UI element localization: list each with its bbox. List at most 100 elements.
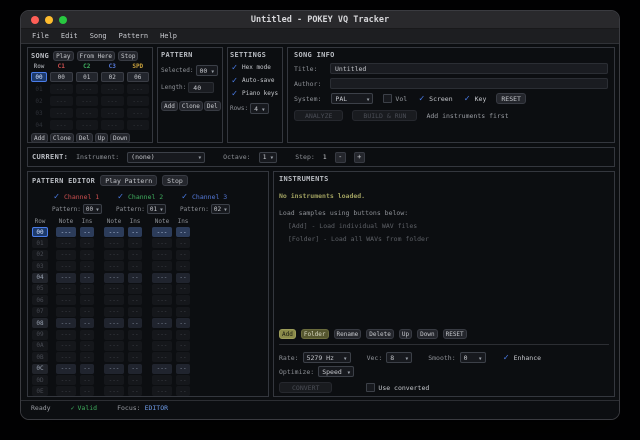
- ins-cell[interactable]: --: [176, 261, 190, 271]
- note-cell[interactable]: ---: [152, 341, 172, 351]
- note-cell[interactable]: ---: [56, 238, 76, 248]
- channel-2-pattern-dropdown[interactable]: 01: [147, 204, 166, 214]
- ins-cell[interactable]: --: [128, 364, 142, 374]
- ins-cell[interactable]: --: [80, 261, 94, 271]
- song-cell[interactable]: ---: [50, 120, 73, 130]
- song-cell[interactable]: ---: [101, 108, 124, 118]
- ins-cell[interactable]: --: [80, 386, 94, 396]
- system-dropdown[interactable]: PAL: [331, 93, 373, 104]
- pattern-row-number[interactable]: 03: [32, 261, 48, 271]
- pattern-row-number[interactable]: 07: [32, 307, 48, 317]
- song-cell[interactable]: ---: [127, 120, 150, 130]
- note-cell[interactable]: ---: [104, 375, 124, 385]
- play-from-here-button[interactable]: From Here: [77, 51, 116, 61]
- note-cell[interactable]: ---: [152, 250, 172, 260]
- song-add-button[interactable]: Add: [31, 133, 48, 143]
- channel-1-pattern-dropdown[interactable]: 00: [83, 204, 102, 214]
- stop-button[interactable]: Stop: [118, 51, 138, 61]
- build-run-button[interactable]: BUILD & RUN: [352, 110, 417, 121]
- octave-dropdown[interactable]: 1: [259, 152, 278, 163]
- note-cell[interactable]: ---: [104, 307, 124, 317]
- pattern-clone-button[interactable]: Clone: [179, 101, 203, 111]
- note-cell[interactable]: ---: [152, 307, 172, 317]
- note-cell[interactable]: ---: [152, 352, 172, 362]
- ins-cell[interactable]: --: [80, 227, 94, 237]
- step-decrement-button[interactable]: -: [335, 152, 346, 163]
- vec-dropdown[interactable]: 8: [386, 352, 412, 363]
- ins-cell[interactable]: --: [176, 307, 190, 317]
- piano-keys-checkbox[interactable]: Piano keys: [230, 89, 280, 98]
- delete-instrument-button[interactable]: Delete: [366, 329, 394, 339]
- key-checkbox[interactable]: Key: [463, 94, 487, 103]
- note-cell[interactable]: ---: [56, 386, 76, 396]
- note-cell[interactable]: ---: [56, 352, 76, 362]
- note-cell[interactable]: ---: [152, 295, 172, 305]
- song-cell[interactable]: ---: [76, 96, 99, 106]
- note-cell[interactable]: ---: [56, 307, 76, 317]
- note-cell[interactable]: ---: [152, 330, 172, 340]
- note-cell[interactable]: ---: [56, 250, 76, 260]
- note-cell[interactable]: ---: [56, 330, 76, 340]
- ins-cell[interactable]: --: [80, 273, 94, 283]
- channel-3-pattern-dropdown[interactable]: 02: [211, 204, 230, 214]
- ins-cell[interactable]: --: [128, 273, 142, 283]
- auto-save-checkbox[interactable]: Auto-save: [230, 76, 280, 85]
- channel-2-toggle[interactable]: Channel 2: [116, 192, 180, 201]
- reset-instrument-button[interactable]: RESET: [443, 329, 467, 339]
- song-cell[interactable]: ---: [76, 84, 99, 94]
- ins-cell[interactable]: --: [176, 295, 190, 305]
- pattern-stop-button[interactable]: Stop: [162, 175, 188, 186]
- song-row-label[interactable]: 04: [31, 120, 47, 130]
- note-cell[interactable]: ---: [56, 341, 76, 351]
- song-cell[interactable]: ---: [50, 84, 73, 94]
- song-cell[interactable]: 00: [50, 72, 73, 82]
- note-cell[interactable]: ---: [56, 227, 76, 237]
- pattern-row-number[interactable]: 00: [32, 227, 48, 237]
- note-cell[interactable]: ---: [104, 250, 124, 260]
- step-increment-button[interactable]: +: [354, 152, 365, 163]
- ins-cell[interactable]: --: [80, 352, 94, 362]
- note-cell[interactable]: ---: [152, 284, 172, 294]
- smooth-dropdown[interactable]: 0: [460, 352, 486, 363]
- ins-cell[interactable]: --: [128, 386, 142, 396]
- pattern-row-number[interactable]: 0D: [32, 375, 48, 385]
- ins-cell[interactable]: --: [80, 284, 94, 294]
- menu-item-pattern[interactable]: Pattern: [114, 31, 154, 41]
- up-instrument-button[interactable]: Up: [399, 329, 412, 339]
- ins-cell[interactable]: --: [176, 273, 190, 283]
- pattern-row-number[interactable]: 09: [32, 330, 48, 340]
- ins-cell[interactable]: --: [80, 375, 94, 385]
- menu-item-edit[interactable]: Edit: [56, 31, 83, 41]
- minimize-button[interactable]: [45, 16, 53, 24]
- note-cell[interactable]: ---: [104, 227, 124, 237]
- selected-pattern-dropdown[interactable]: 00: [196, 65, 219, 76]
- ins-cell[interactable]: --: [176, 284, 190, 294]
- down-instrument-button[interactable]: Down: [417, 329, 437, 339]
- analyze-button[interactable]: ANALYZE: [294, 110, 343, 121]
- pattern-row-number[interactable]: 04: [32, 273, 48, 283]
- note-cell[interactable]: ---: [152, 227, 172, 237]
- song-cell[interactable]: ---: [101, 96, 124, 106]
- note-cell[interactable]: ---: [152, 318, 172, 328]
- title-bar[interactable]: Untitled - POKEY VQ Tracker: [21, 11, 619, 29]
- ins-cell[interactable]: --: [80, 330, 94, 340]
- ins-cell[interactable]: --: [176, 341, 190, 351]
- optimize-dropdown[interactable]: Speed: [318, 366, 354, 377]
- song-row-label[interactable]: 01: [31, 84, 47, 94]
- rows-dropdown[interactable]: 4: [250, 103, 269, 114]
- song-cell[interactable]: ---: [76, 120, 99, 130]
- note-cell[interactable]: ---: [104, 295, 124, 305]
- song-cell[interactable]: ---: [50, 108, 73, 118]
- note-cell[interactable]: ---: [152, 364, 172, 374]
- song-cell[interactable]: ---: [76, 108, 99, 118]
- ins-cell[interactable]: --: [176, 227, 190, 237]
- ins-cell[interactable]: --: [80, 238, 94, 248]
- ins-cell[interactable]: --: [128, 295, 142, 305]
- note-cell[interactable]: ---: [152, 238, 172, 248]
- menu-item-help[interactable]: Help: [155, 31, 182, 41]
- pattern-row-number[interactable]: 0C: [32, 364, 48, 374]
- ins-cell[interactable]: --: [176, 238, 190, 248]
- ins-cell[interactable]: --: [128, 318, 142, 328]
- note-cell[interactable]: ---: [56, 284, 76, 294]
- ins-cell[interactable]: --: [80, 341, 94, 351]
